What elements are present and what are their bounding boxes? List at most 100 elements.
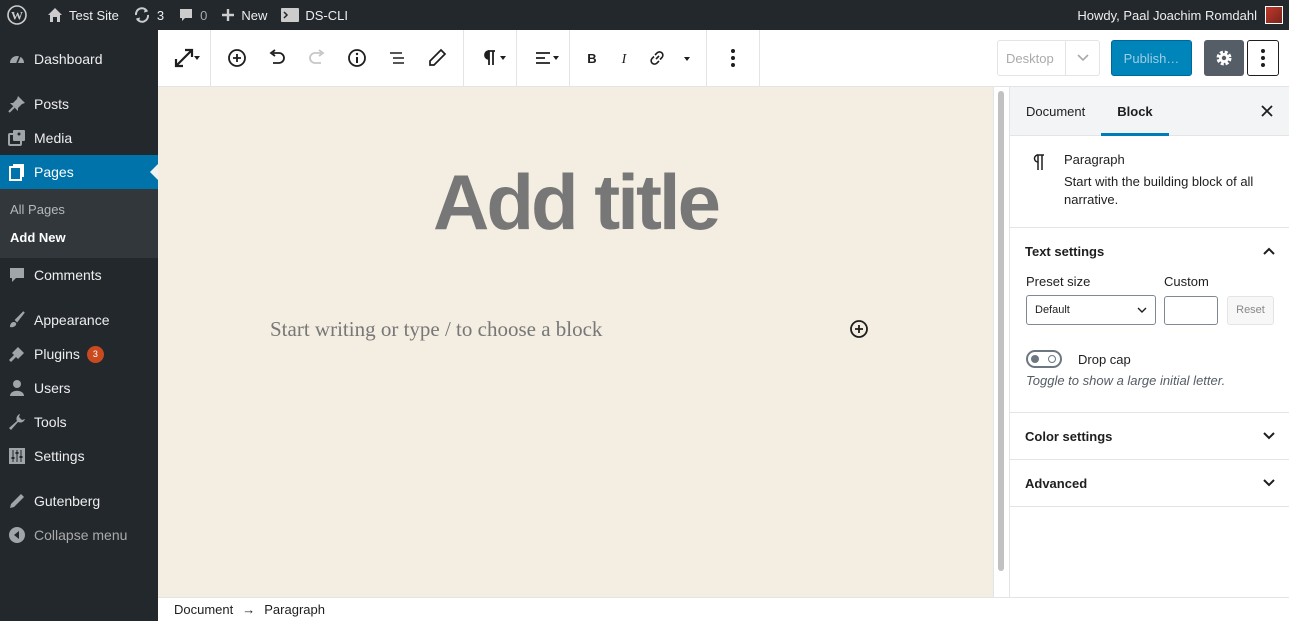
brush-icon: [10, 311, 25, 328]
more-vertical-icon: [1261, 49, 1265, 67]
user-greeting[interactable]: Howdy, Paal Joachim Romdahl: [1077, 8, 1257, 23]
tab-document[interactable]: Document: [1010, 87, 1101, 136]
redo-button[interactable]: [297, 38, 337, 78]
wordpress-logo-button[interactable]: W: [0, 0, 40, 30]
ds-cli-link[interactable]: DS-CLI: [274, 0, 355, 30]
more-options-group: [707, 30, 760, 86]
comment-icon: [180, 9, 193, 21]
drop-cap-label[interactable]: Drop cap: [1078, 352, 1131, 367]
device-preview-select[interactable]: Desktop: [997, 40, 1100, 76]
publish-button[interactable]: Publish…: [1111, 40, 1192, 76]
sidebar-item-tools[interactable]: Tools: [0, 405, 158, 439]
sidebar-item-label: Tools: [34, 414, 67, 430]
fullscreen-icon: [174, 48, 194, 68]
block-more-options-button[interactable]: [713, 38, 753, 78]
sidebar-item-dashboard[interactable]: Dashboard: [0, 42, 158, 76]
svg-text:B: B: [587, 51, 596, 66]
plugins-update-badge: 3: [86, 345, 104, 363]
sidebar-item-settings[interactable]: Settings: [0, 439, 158, 473]
drop-cap-toggle[interactable]: [1026, 350, 1062, 368]
wordpress-icon: W: [7, 5, 27, 25]
svg-text:W: W: [11, 9, 23, 23]
add-block-button[interactable]: [217, 38, 257, 78]
sidebar-item-label: Appearance: [34, 312, 110, 328]
content-info-button[interactable]: [337, 38, 377, 78]
pages-icon: [9, 164, 24, 181]
color-settings-heading: Color settings: [1025, 428, 1113, 444]
updates-link[interactable]: 3: [126, 0, 171, 30]
comments-count: 0: [200, 7, 208, 23]
comments-link[interactable]: 0: [171, 0, 214, 30]
submenu-all-pages[interactable]: All Pages: [0, 195, 158, 223]
plugin-icon: [9, 347, 24, 362]
fullscreen-group: [158, 30, 211, 86]
paragraph-icon: [1033, 154, 1044, 170]
inline-inserter-button[interactable]: [849, 319, 869, 339]
editor-toolbar: B I Desktop Publish…: [158, 30, 1289, 87]
more-tools-button[interactable]: [1247, 40, 1279, 76]
collapse-menu-button[interactable]: Collapse menu: [0, 518, 158, 552]
sidebar-item-pages[interactable]: Pages: [0, 155, 158, 189]
site-name-link[interactable]: Test Site: [40, 0, 126, 30]
chevron-down-icon: [1137, 307, 1147, 313]
chevron-down-icon: [1263, 432, 1275, 440]
alignment-group: [517, 30, 570, 86]
fullscreen-button[interactable]: [164, 38, 204, 78]
italic-button[interactable]: I: [608, 38, 640, 78]
sidebar-item-comments[interactable]: Comments: [0, 258, 158, 292]
custom-size-label: Custom: [1164, 274, 1209, 289]
advanced-panel: Advanced: [1010, 460, 1289, 507]
sidebar-item-label: Plugins: [34, 346, 80, 362]
sidebar-item-appearance[interactable]: Appearance: [0, 303, 158, 337]
close-icon: [1261, 105, 1273, 117]
settings-sidebar: Document Block Paragraph Start with the …: [1009, 87, 1289, 597]
sidebar-item-users[interactable]: Users: [0, 371, 158, 405]
color-settings-toggle[interactable]: Color settings: [1010, 413, 1289, 459]
block-navigation-button[interactable]: [377, 38, 417, 78]
media-icon: [8, 130, 25, 146]
chevron-down-icon: [1076, 54, 1089, 62]
text-align-button[interactable]: [523, 38, 563, 78]
custom-size-input[interactable]: [1164, 295, 1218, 325]
avatar[interactable]: [1265, 6, 1283, 24]
scrollbar-thumb[interactable]: [998, 91, 1004, 571]
breadcrumb-paragraph[interactable]: Paragraph: [264, 602, 325, 617]
paragraph-block-input[interactable]: Start writing or type / to choose a bloc…: [270, 317, 602, 342]
undo-button[interactable]: [257, 38, 297, 78]
more-formats-button[interactable]: [674, 38, 700, 78]
bold-button[interactable]: B: [576, 38, 608, 78]
sidebar-item-gutenberg[interactable]: Gutenberg: [0, 484, 158, 518]
breadcrumb-document[interactable]: Document: [174, 602, 233, 617]
sidebar-item-media[interactable]: Media: [0, 121, 158, 155]
sidebar-item-plugins[interactable]: Plugins 3: [0, 337, 158, 371]
settings-toggle-button[interactable]: [1204, 40, 1244, 76]
advanced-toggle[interactable]: Advanced: [1010, 460, 1289, 506]
close-sidebar-button[interactable]: [1261, 105, 1273, 117]
editor-scrollbar[interactable]: [993, 87, 1009, 597]
reset-size-button[interactable]: Reset: [1227, 295, 1274, 325]
new-content-link[interactable]: New: [214, 0, 274, 30]
submenu-add-new[interactable]: Add New: [0, 223, 158, 251]
text-settings-toggle[interactable]: Text settings: [1010, 228, 1289, 274]
info-icon: [348, 49, 366, 67]
text-settings-panel: Text settings Preset size Custom Default…: [1010, 228, 1289, 413]
device-label: Desktop: [1006, 50, 1054, 66]
block-switcher-button[interactable]: [470, 38, 510, 78]
tools-button[interactable]: [417, 38, 457, 78]
device-dropdown-button[interactable]: [1065, 41, 1099, 75]
history-group: [211, 30, 464, 86]
pencil-icon: [429, 48, 447, 66]
tab-block[interactable]: Block: [1101, 87, 1169, 136]
paragraph-icon: [484, 50, 495, 65]
admin-bar: W Test Site 3 0 New DS-CLI Howdy, Paal J…: [0, 0, 1289, 30]
align-left-icon: [536, 52, 550, 64]
breadcrumb-separator: →: [242, 602, 256, 617]
updates-count: 3: [156, 7, 165, 23]
post-title-input[interactable]: Add title: [158, 157, 993, 248]
sidebar-item-posts[interactable]: Posts: [0, 87, 158, 121]
link-button[interactable]: [640, 38, 674, 78]
format-group: B I: [570, 30, 707, 86]
user-icon: [10, 380, 24, 396]
preset-size-select[interactable]: Default: [1026, 295, 1156, 325]
collapse-icon: [9, 527, 25, 543]
